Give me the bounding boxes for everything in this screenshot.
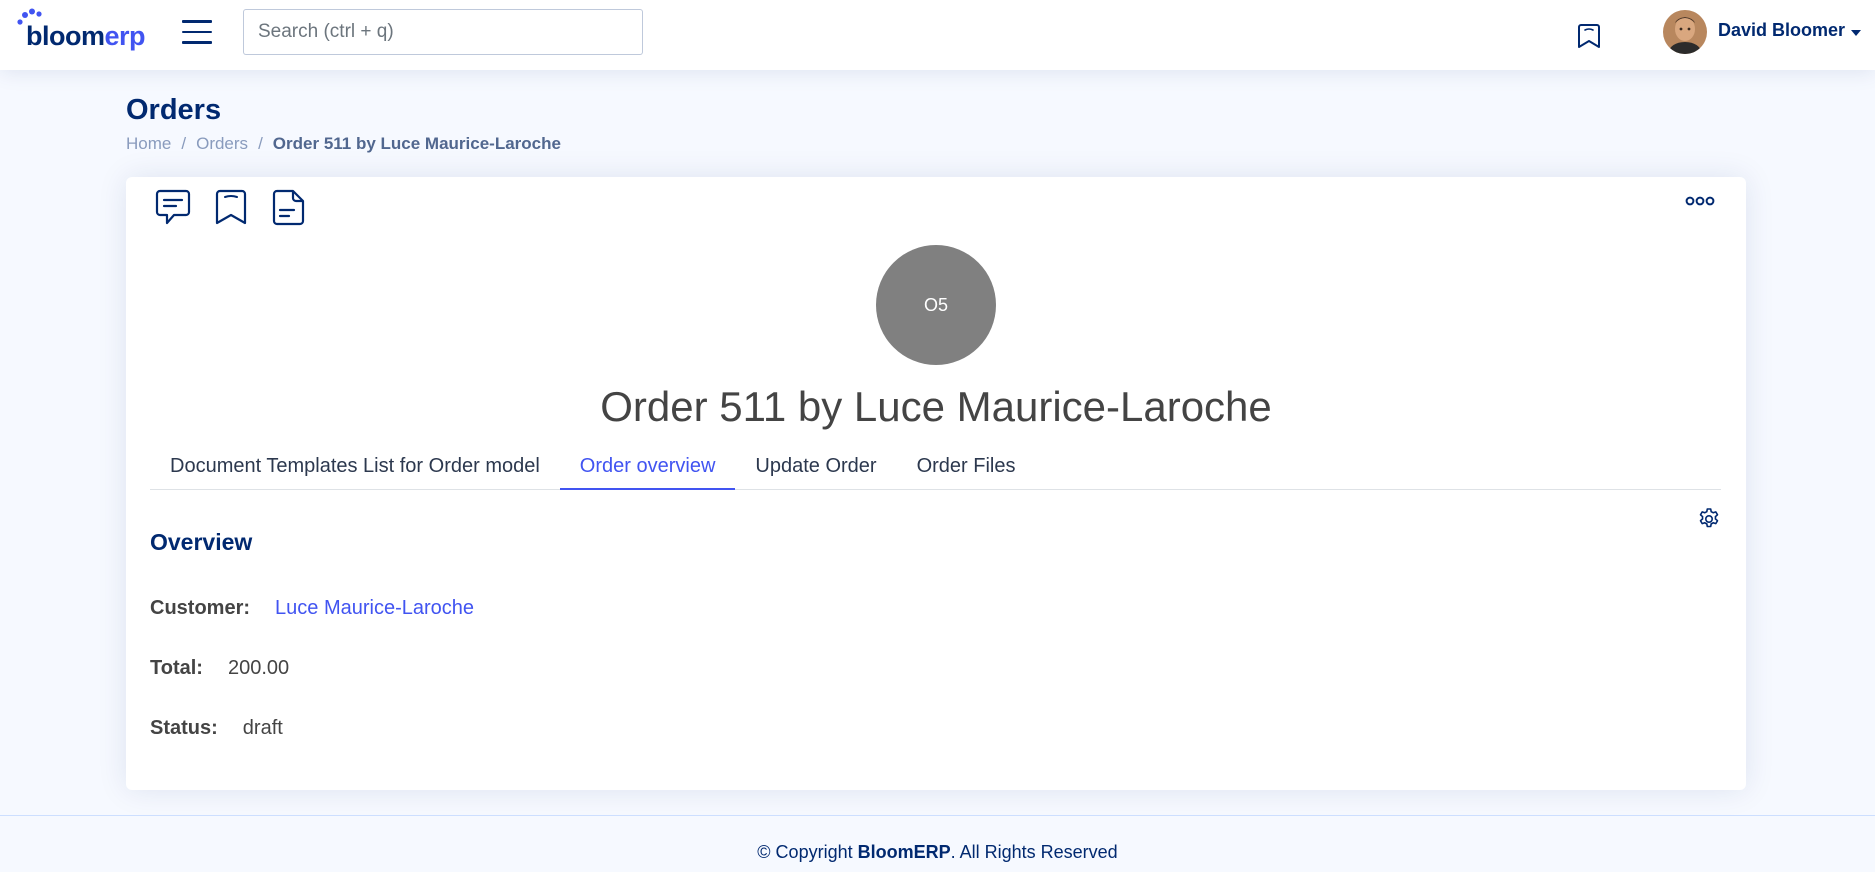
section-title: Overview <box>150 529 253 555</box>
total-field: Total: 200.00 <box>150 657 289 680</box>
tab-document-templates[interactable]: Document Templates List for Order model <box>150 444 560 490</box>
user-name[interactable]: David Bloomer <box>1718 20 1845 41</box>
breadcrumb: Home / Orders / Order 511 by Luce Mauric… <box>126 134 561 154</box>
bookmark-icon[interactable] <box>212 187 250 227</box>
breadcrumb-separator: / <box>181 134 187 153</box>
status-value: draft <box>242 717 283 739</box>
customer-link[interactable]: Luce Maurice-Laroche <box>275 597 474 620</box>
tab-order-overview[interactable]: Order overview <box>559 444 736 490</box>
breadcrumb-separator: / <box>258 134 263 153</box>
customer-field: Customer: Luce Maurice-Laroche <box>150 597 474 620</box>
search-input[interactable] <box>243 9 643 55</box>
total-label: Total: <box>150 657 203 679</box>
footer-prefix: © Copyright <box>757 842 858 862</box>
tab-update-order[interactable]: Update Order <box>735 444 896 490</box>
customer-label: Customer: <box>150 597 251 619</box>
gear-icon[interactable] <box>1697 507 1721 531</box>
breadcrumb-orders[interactable]: Orders <box>196 134 248 154</box>
page-title: Orders <box>126 94 222 126</box>
document-icon[interactable] <box>270 187 308 227</box>
total-value: 200.00 <box>227 657 290 679</box>
breadcrumb-current: Order 511 by Luce Maurice-Laroche <box>272 134 561 153</box>
user-avatar[interactable] <box>1663 10 1707 54</box>
status-field: Status: draft <box>150 717 283 740</box>
more-horizontal-icon[interactable] <box>1685 195 1715 207</box>
record-tabs: Document Templates List for Order model … <box>150 444 1721 490</box>
top-header: bloomerp David Bloomer <box>0 0 1875 70</box>
comment-icon[interactable] <box>154 187 192 227</box>
user-dropdown-caret-icon[interactable] <box>1851 30 1861 36</box>
hamburger-menu-icon[interactable] <box>182 20 212 46</box>
footer-suffix: . All Rights Reserved <box>950 842 1118 862</box>
bookmark-icon[interactable] <box>1576 22 1602 50</box>
status-label: Status: <box>150 717 218 739</box>
record-avatar: O5 <box>876 245 996 365</box>
tab-order-files[interactable]: Order Files <box>897 444 1036 490</box>
record-initials: O5 <box>923 294 948 315</box>
bloomerp-logo[interactable]: bloomerp <box>16 8 146 52</box>
breadcrumb-home[interactable]: Home <box>126 134 171 154</box>
record-card: O5 Order 511 by Luce Maurice-Laroche Doc… <box>126 177 1746 790</box>
footer: © Copyright BloomERP. All Rights Reserve… <box>0 815 1875 872</box>
record-title: Order 511 by Luce Maurice-Laroche <box>600 383 1272 430</box>
logo-dots-icon <box>17 8 42 25</box>
footer-brand: BloomERP <box>857 842 951 862</box>
